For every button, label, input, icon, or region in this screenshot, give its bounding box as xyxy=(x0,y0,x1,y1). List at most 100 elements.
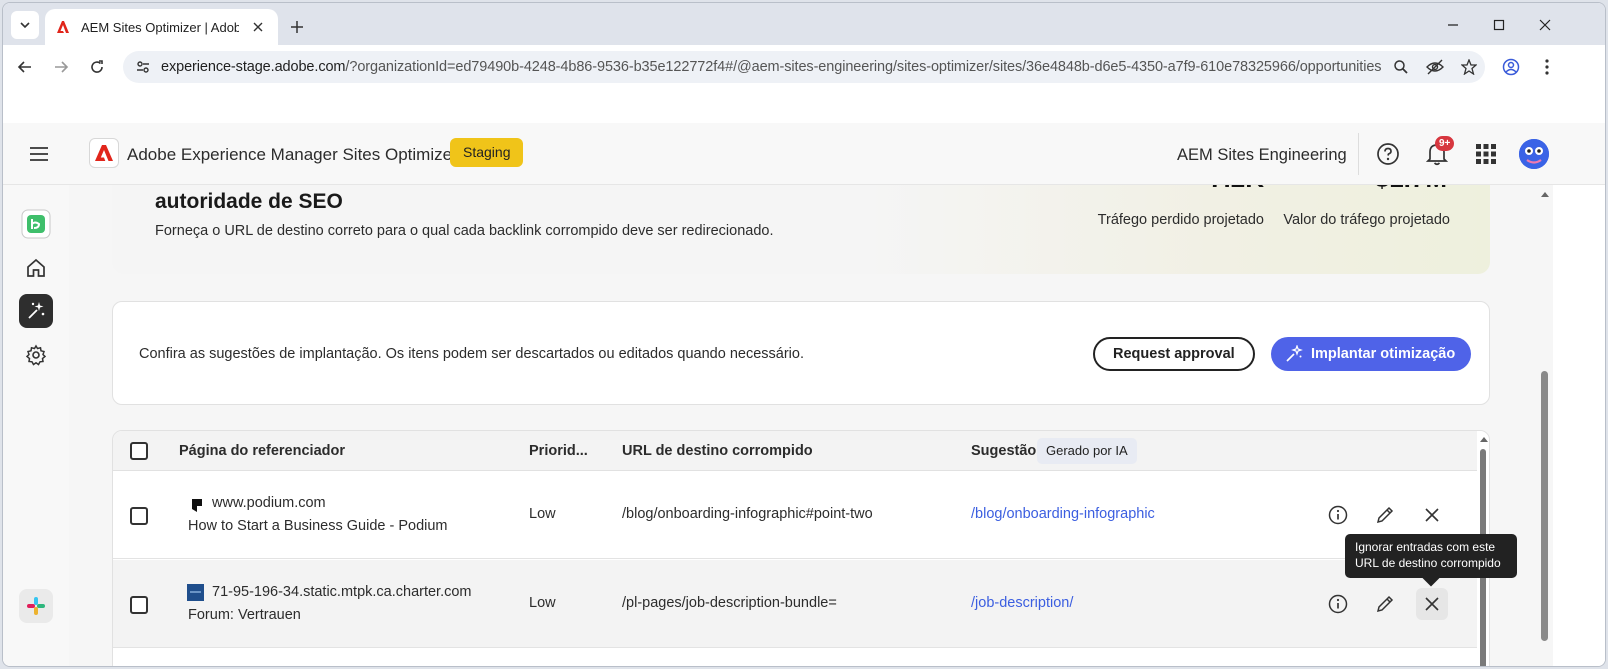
close-icon xyxy=(1539,19,1551,31)
column-suggestion[interactable]: Sugestão xyxy=(971,443,1036,459)
scroll-up-arrow-icon[interactable] xyxy=(1479,435,1489,443)
adobe-logo-icon xyxy=(89,138,119,168)
main-content: autoridade de SEO Forneça o URL de desti… xyxy=(69,185,1539,666)
select-all-checkbox[interactable] xyxy=(130,442,148,460)
bookmark-star-icon[interactable] xyxy=(1455,53,1483,81)
zoom-icon[interactable] xyxy=(1387,53,1415,81)
deploy-optimization-button[interactable]: Implantar otimização xyxy=(1271,337,1472,371)
priority-value: Low xyxy=(529,506,556,522)
app-header: Adobe Experience Manager Sites Optimizer… xyxy=(3,123,1605,185)
suggested-url-link[interactable]: /job-description/ xyxy=(971,595,1073,611)
maximize-icon xyxy=(1493,19,1505,31)
site-info-icon[interactable] xyxy=(129,53,157,81)
notification-count-badge: 9+ xyxy=(1435,136,1455,151)
url-host: experience-stage.adobe.com xyxy=(161,59,346,75)
browser-tab[interactable]: AEM Sites Optimizer | Adobe Ex xyxy=(45,9,278,45)
app-grid-icon[interactable] xyxy=(1472,140,1500,168)
deploy-instructions: Confira as sugestões de implantação. Os … xyxy=(139,346,804,362)
edit-pencil-icon[interactable] xyxy=(1369,588,1401,620)
column-broken-url[interactable]: URL de destino corrompido xyxy=(622,443,813,459)
environment-badge: Staging xyxy=(450,138,524,167)
table-header: Página do referenciador Priorid... URL d… xyxy=(113,431,1477,471)
home-icon[interactable] xyxy=(19,251,53,285)
page-scrollbar-thumb[interactable] xyxy=(1541,371,1548,641)
deploy-optimization-label: Implantar otimização xyxy=(1311,346,1456,362)
hamburger-menu-icon[interactable] xyxy=(27,142,51,166)
dismiss-close-icon[interactable] xyxy=(1416,499,1448,531)
broken-url-value: /blog/onboarding-infographic#point-two xyxy=(622,506,873,522)
settings-gear-icon[interactable] xyxy=(19,338,53,372)
referrer-page-title: Forum: Vertrauen xyxy=(188,607,301,623)
column-priority[interactable]: Priorid... xyxy=(529,443,588,459)
minimize-icon xyxy=(1448,24,1458,26)
org-switcher[interactable]: AEM Sites Engineering xyxy=(1177,146,1347,165)
browser-menu-button[interactable] xyxy=(1533,53,1561,81)
arrow-right-icon xyxy=(55,61,69,73)
address-bar[interactable]: experience-stage.adobe.com/?organization… xyxy=(123,51,1485,83)
browser-window: AEM Sites Optimizer | Adobe Ex xyxy=(2,2,1606,667)
adobe-favicon-icon xyxy=(55,19,71,35)
reload-button[interactable] xyxy=(83,53,111,81)
opportunity-description: Forneça o URL de destino correto para o … xyxy=(155,223,774,239)
user-avatar[interactable] xyxy=(1519,139,1549,169)
help-icon[interactable] xyxy=(1374,140,1402,168)
priority-value: Low xyxy=(529,595,556,611)
browser-toolbar: experience-stage.adobe.com/?organization… xyxy=(3,45,1605,89)
info-icon[interactable] xyxy=(1322,499,1354,531)
tab-title: AEM Sites Optimizer | Adobe Ex xyxy=(81,19,239,35)
broken-url-value: /pl-pages/job-description-bundle= xyxy=(622,595,837,611)
back-button[interactable] xyxy=(11,53,39,81)
deploy-action-card: Confira as sugestões de implantação. Os … xyxy=(112,301,1490,405)
opportunity-title: autoridade de SEO xyxy=(155,190,343,213)
tab-strip: AEM Sites Optimizer | Adobe Ex xyxy=(3,3,1605,45)
opportunity-hero-card: autoridade de SEO Forneça o URL de desti… xyxy=(112,185,1490,274)
ai-generated-badge: Gerado por IA xyxy=(1037,438,1137,464)
table-row: www.podium.com How to Start a Business G… xyxy=(113,471,1477,559)
profile-icon xyxy=(1502,58,1520,76)
arrow-left-icon xyxy=(17,61,31,73)
request-approval-button[interactable]: Request approval xyxy=(1093,337,1255,371)
forward-button[interactable] xyxy=(47,53,75,81)
tooltip-text: Ignorar entradas com este URL de destino… xyxy=(1355,540,1501,570)
dismiss-tooltip: Ignorar entradas com este URL de destino… xyxy=(1345,534,1517,587)
left-nav-rail xyxy=(3,185,69,666)
metric-value-traffic-value: $1.7M xyxy=(1375,185,1447,194)
edit-pencil-icon[interactable] xyxy=(1369,499,1401,531)
opportunities-nav-icon[interactable] xyxy=(19,294,53,328)
url-path: /?organizationId=ed79490b-4248-4b86-9536… xyxy=(345,59,1381,75)
row-checkbox[interactable] xyxy=(130,507,148,525)
metric-value-traffic-lost: 7.2K xyxy=(1209,185,1264,194)
metric-label-traffic-value: Valor do tráfego projetado xyxy=(1283,212,1450,228)
page-scroll-up-icon[interactable] xyxy=(1540,190,1550,198)
chevron-down-icon xyxy=(20,22,30,29)
tab-search-button[interactable] xyxy=(11,11,39,39)
tab-close-icon[interactable] xyxy=(248,17,268,37)
referrer-domain: 71-95-196-34.static.mtpk.ca.charter.com xyxy=(212,584,472,600)
charter-favicon-icon xyxy=(187,584,204,601)
plus-icon xyxy=(291,21,303,33)
row-checkbox[interactable] xyxy=(130,596,148,614)
url-text: experience-stage.adobe.com/?organization… xyxy=(161,59,1381,75)
suggestions-table: Página do referenciador Priorid... URL d… xyxy=(112,430,1490,666)
podium-favicon-icon xyxy=(192,499,202,512)
slack-icon[interactable] xyxy=(19,589,53,623)
eye-off-icon[interactable] xyxy=(1421,53,1449,81)
magic-wand-icon xyxy=(1286,345,1303,362)
close-window-button[interactable] xyxy=(1533,13,1557,37)
dismiss-close-icon[interactable] xyxy=(1416,588,1448,620)
page-scrollbar[interactable] xyxy=(1539,185,1553,666)
sites-optimizer-app-icon[interactable] xyxy=(19,207,53,241)
maximize-button[interactable] xyxy=(1487,13,1511,37)
page-right-gutter xyxy=(1553,185,1605,666)
column-referrer[interactable]: Página do referenciador xyxy=(179,443,345,459)
suggested-url-link[interactable]: /blog/onboarding-infographic xyxy=(971,506,1155,522)
profile-button[interactable] xyxy=(1497,53,1525,81)
table-row: 71-95-196-34.static.mtpk.ca.charter.com … xyxy=(113,560,1477,648)
reload-icon xyxy=(91,60,103,73)
more-vertical-icon xyxy=(1545,59,1549,75)
product-name: Adobe Experience Manager Sites Optimizer xyxy=(127,145,458,164)
referrer-domain: www.podium.com xyxy=(212,495,326,511)
info-icon[interactable] xyxy=(1322,588,1354,620)
minimize-button[interactable] xyxy=(1441,13,1465,37)
new-tab-button[interactable] xyxy=(285,15,309,39)
